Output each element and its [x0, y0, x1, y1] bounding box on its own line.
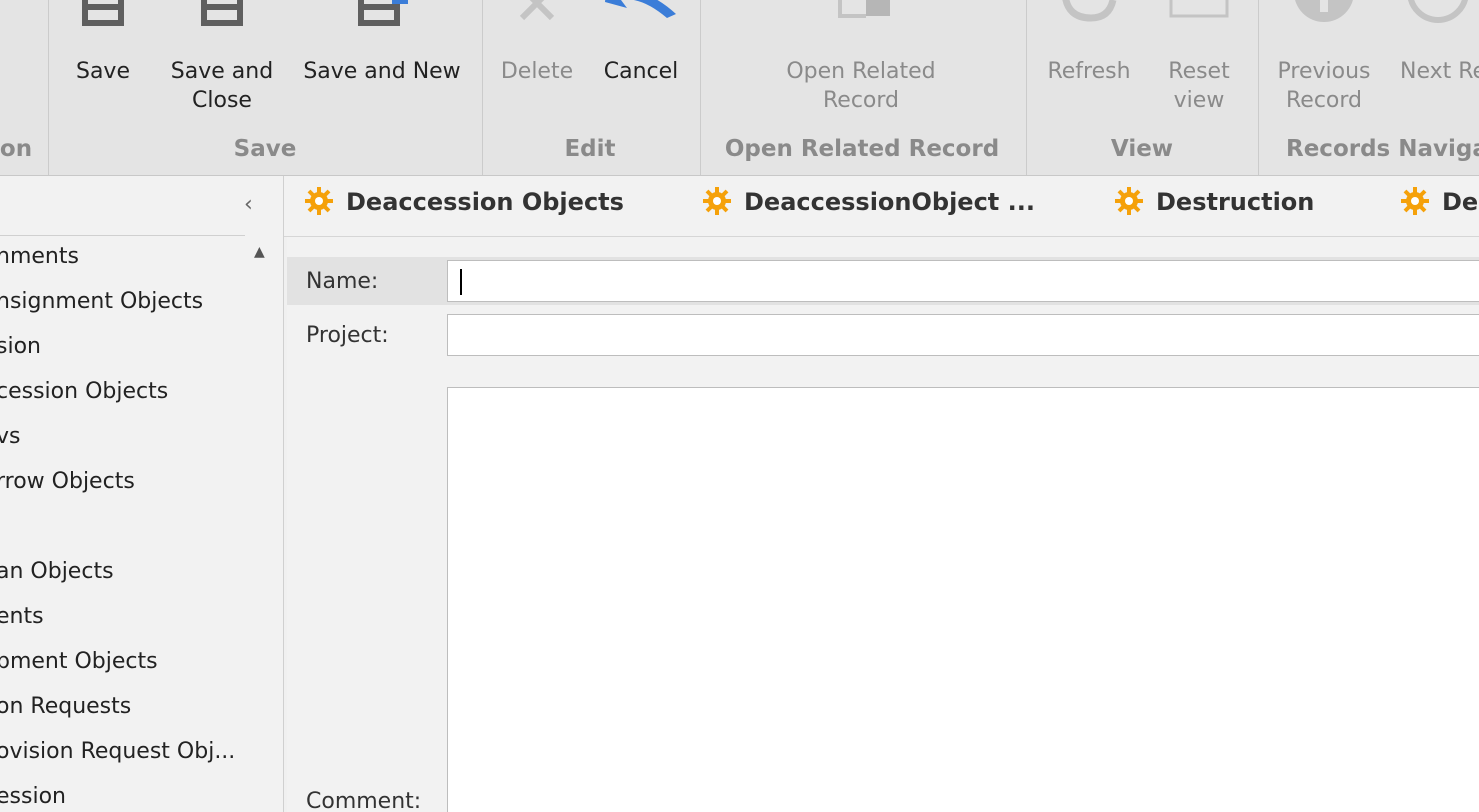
navigation-panel: ‹ ▲ nments nsignment Objects sion cessio… — [0, 176, 284, 812]
comment-field[interactable] — [447, 387, 1479, 812]
group-separator — [1026, 0, 1027, 175]
reset-view-icon — [1167, 0, 1231, 36]
group-separator — [48, 0, 49, 175]
ribbon: Save Save and Close Save and New on Save… — [0, 0, 1479, 176]
group-separator — [700, 0, 701, 175]
tab-destruction[interactable]: Destruction — [1115, 187, 1315, 216]
reset-view-button[interactable]: Reset view — [1158, 0, 1240, 135]
save-and-close-label-2: Close — [192, 88, 252, 113]
open-record-icon — [826, 0, 896, 40]
group-separator — [482, 0, 483, 175]
save-and-close-button[interactable]: Save and Close — [164, 0, 280, 135]
project-label: Project: — [306, 323, 389, 348]
group-label-open-related: Open Related Record — [724, 136, 1000, 162]
gear-icon — [1400, 186, 1430, 222]
group-label-save: Save — [233, 136, 297, 162]
open-related-label-2: Record — [822, 88, 899, 113]
tab-label: Destruction — [1156, 188, 1315, 216]
gear-icon — [1114, 186, 1144, 222]
gear-icon — [304, 186, 334, 222]
tab-deaccession-object[interactable]: DeaccessionObject ... — [703, 187, 1035, 216]
nav-item[interactable]: nsignment Objects — [0, 289, 203, 314]
nav-item[interactable]: nments — [0, 244, 79, 269]
floppy-icon — [195, 0, 249, 40]
group-label-view: View — [1110, 136, 1174, 162]
detail-form: Name: Project: Comment: — [287, 237, 1479, 812]
tab-label: Deaccession Objects — [346, 188, 624, 216]
circle-next-icon — [1408, 0, 1468, 40]
group-separator — [1258, 0, 1259, 175]
refresh-button[interactable]: Refresh — [1040, 0, 1138, 135]
name-label: Name: — [306, 269, 379, 294]
nav-item[interactable]: ession — [0, 784, 66, 809]
floppy-icon — [76, 0, 130, 40]
next-record-button[interactable]: Next Re — [1400, 0, 1479, 135]
scroll-up-icon[interactable]: ▲ — [254, 244, 265, 260]
save-button[interactable]: Save — [70, 0, 136, 135]
tab-partial[interactable]: Des — [1401, 187, 1479, 216]
document-tabs: Deaccession Objects DeaccessionObject ..… — [284, 176, 1479, 237]
nav-item[interactable]: sion — [0, 334, 41, 359]
tab-label: Des — [1442, 188, 1479, 216]
group-label-records-navigation: Records Naviga — [1286, 136, 1479, 162]
nav-item[interactable]: ents — [0, 604, 44, 629]
group-label-partial: on — [0, 136, 33, 162]
nav-item[interactable]: cession Objects — [0, 379, 168, 404]
previous-record-label-1: Previous — [1277, 59, 1371, 84]
name-field[interactable] — [447, 260, 1479, 302]
previous-record-button[interactable]: Previous Record — [1270, 0, 1378, 135]
x-icon — [512, 0, 562, 36]
previous-record-label-2: Record — [1285, 88, 1362, 113]
gear-icon — [702, 186, 732, 222]
refresh-icon — [1057, 0, 1121, 36]
cancel-button[interactable]: Cancel — [597, 0, 685, 135]
text-caret — [460, 269, 462, 295]
comment-label: Comment: — [306, 789, 422, 812]
undo-arrow-icon — [601, 0, 681, 36]
floppy-new-icon — [352, 0, 412, 40]
reset-view-label-1: Reset — [1168, 59, 1230, 84]
nav-item[interactable]: pment Objects — [0, 649, 158, 674]
project-field[interactable] — [447, 314, 1479, 356]
collapse-nav-icon[interactable]: ‹ — [244, 192, 253, 217]
open-related-label-1: Open Related — [786, 59, 936, 84]
nav-item[interactable]: ovision Request Obj... — [0, 739, 235, 764]
nav-item[interactable]: on Requests — [0, 694, 131, 719]
tab-label: DeaccessionObject ... — [744, 188, 1035, 216]
nav-item[interactable]: vs — [0, 424, 20, 449]
save-and-new-button[interactable]: Save and New — [298, 0, 466, 135]
reset-view-label-2: view — [1173, 88, 1225, 113]
save-and-close-label-1: Save and — [170, 59, 274, 84]
nav-item[interactable]: rrow Objects — [0, 469, 135, 494]
nav-header-divider — [0, 235, 245, 236]
open-related-record-button[interactable]: Open Related Record — [776, 0, 946, 135]
group-label-edit: Edit — [564, 136, 616, 162]
delete-button[interactable]: Delete — [495, 0, 579, 135]
nav-item[interactable]: an Objects — [0, 559, 114, 584]
circle-previous-icon — [1289, 0, 1359, 40]
tab-deaccession-objects[interactable]: Deaccession Objects — [305, 187, 624, 216]
